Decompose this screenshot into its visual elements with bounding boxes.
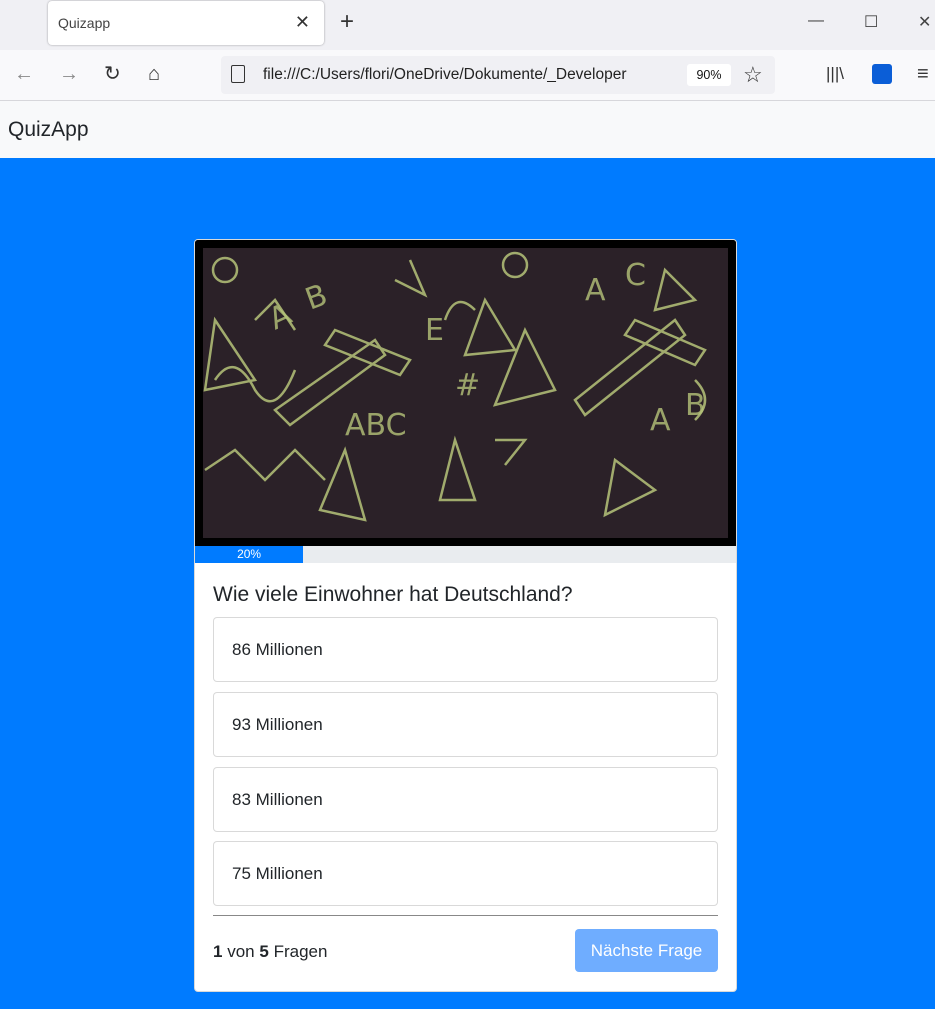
next-question-button[interactable]: Nächste Frage [575,929,718,972]
quiz-card: A B ABC E # A A B C 20% Wie viele Einwoh… [194,239,737,992]
bookmark-star-icon[interactable]: ☆ [743,62,763,88]
close-window-icon[interactable]: ✕ [918,12,931,32]
counter-total: 5 [259,942,269,961]
answer-label: 93 Millionen [232,715,323,734]
back-icon[interactable]: ← [14,63,34,85]
menu-icon[interactable]: ≡ [917,63,929,85]
library-icon[interactable]: |||\ [826,63,844,85]
browser-toolbar: ← → ↻ ⌂ file:///C:/Users/flori/OneDrive/… [0,50,935,101]
svg-text:E: E [425,313,444,348]
answer-option[interactable]: 75 Millionen [213,841,718,906]
browser-tabbar: Quizapp ✕ + — ☐ ✕ [0,0,935,50]
counter-sep: von [227,942,255,961]
brand[interactable]: QuizApp [8,118,89,142]
divider [213,915,718,916]
progress-track: 20% [195,546,736,563]
url-bar[interactable]: file:///C:/Users/flori/OneDrive/Dokument… [221,56,775,94]
question-counter: 1 von 5 Fragen [213,942,327,962]
close-tab-icon[interactable]: ✕ [295,12,310,33]
progress-bar: 20% [195,546,304,563]
svg-text:C: C [625,258,646,293]
answer-label: 83 Millionen [232,790,323,809]
answer-option[interactable]: 86 Millionen [213,617,718,682]
browser-tab[interactable]: Quizapp ✕ [48,1,324,45]
answer-option[interactable]: 93 Millionen [213,692,718,757]
answer-option[interactable]: 83 Millionen [213,767,718,832]
svg-text:#: # [455,368,480,403]
minimize-icon[interactable]: — [808,12,824,30]
forward-icon[interactable]: → [59,63,79,85]
svg-text:A: A [585,273,606,308]
app-navbar: QuizApp [0,101,935,158]
tab-title: Quizapp [58,15,111,31]
counter-current: 1 [213,942,223,961]
answer-label: 75 Millionen [232,864,323,883]
counter-suffix: Fragen [273,942,328,961]
home-icon[interactable]: ⌂ [148,63,160,85]
page-icon [231,65,245,83]
reload-icon[interactable]: ↻ [104,63,121,85]
new-tab-icon[interactable]: + [340,10,354,34]
svg-text:ABC: ABC [345,408,407,443]
maximize-icon[interactable]: ☐ [864,12,878,32]
question-text: Wie viele Einwohner hat Deutschland? [213,583,573,606]
zoom-level[interactable]: 90% [687,64,731,86]
url-text[interactable]: file:///C:/Users/flori/OneDrive/Dokument… [263,66,675,84]
extension-icon[interactable] [872,64,892,84]
svg-text:A: A [650,403,671,438]
answer-label: 86 Millionen [232,640,323,659]
chalkboard-image: A B ABC E # A A B C [195,240,736,546]
svg-text:B: B [685,388,706,423]
